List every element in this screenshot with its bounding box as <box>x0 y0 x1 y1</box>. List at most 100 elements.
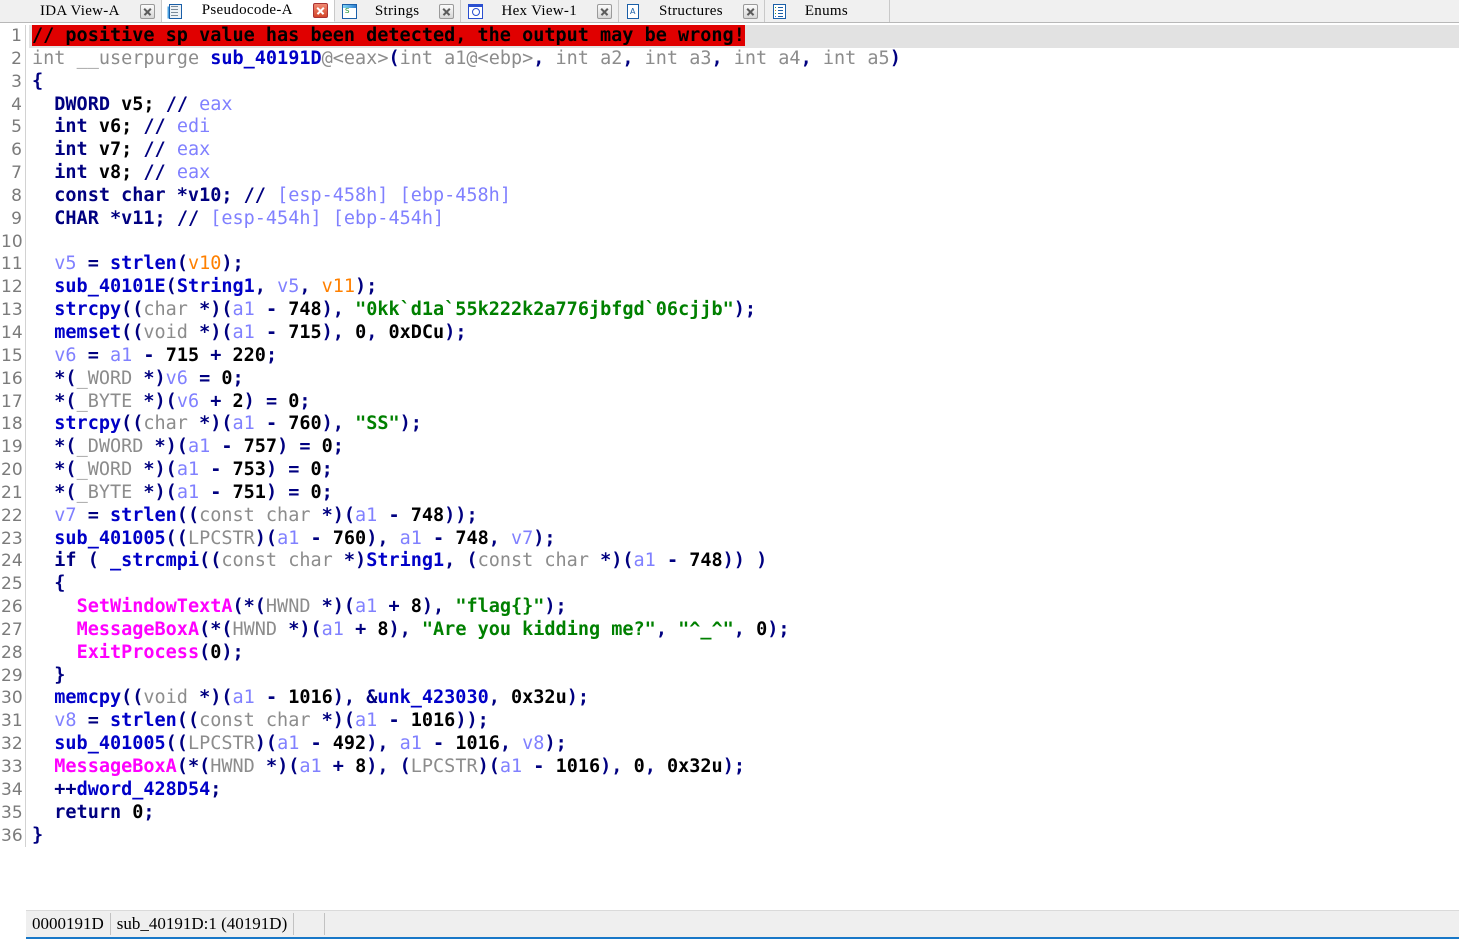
code-line[interactable]: 6 int v7; // eax <box>1 139 1459 163</box>
code-line-text: } <box>32 824 44 846</box>
code-line[interactable]: 7 int v8; // eax <box>1 162 1459 185</box>
code-line-text: if ( _strcmpi((const char *)String1, (co… <box>54 550 768 572</box>
line-number: 22 <box>1 504 25 528</box>
code-line[interactable]: 19 *(_DWORD *)(a1 - 757) = 0; <box>1 436 1459 460</box>
line-number: 13 <box>1 299 25 322</box>
close-icon[interactable] <box>742 3 758 19</box>
code-line[interactable]: 2 int __userpurge sub_40191D@<eax>(int a1… <box>1 47 1459 71</box>
line-number: 16 <box>1 367 25 391</box>
view-tab-bar: IDA View-A Pseudocode-A s Strings Hex View-1… <box>0 0 1459 23</box>
line-number: 10 <box>1 230 25 254</box>
code-line[interactable]: 33 MessageBoxA(*(HWND *)(a1 + 8), (LPCST… <box>1 756 1459 779</box>
code-line-text: CHAR *v11; // [esp-454h] [ebp-454h] <box>54 207 445 229</box>
code-line[interactable]: 27 MessageBoxA(*(HWND *)(a1 + 8), "Are y… <box>1 618 1459 642</box>
code-line-text: sub_40101E(String1, v5, v11); <box>54 276 378 298</box>
code-line[interactable]: 11 v5 = strlen(v10); <box>1 253 1459 277</box>
code-line-text: DWORD v5; // eax <box>54 93 233 115</box>
code-line-text: const char *v10; // [esp-458h] [ebp-458h… <box>54 184 511 206</box>
code-line-text: *(_WORD *)v6 = 0; <box>54 367 244 389</box>
enums-icon <box>771 3 787 19</box>
code-line[interactable]: 30 memcpy((void *)(a1 - 1016), &unk_4230… <box>1 687 1459 711</box>
tab-structures[interactable]: A Structures <box>619 0 765 22</box>
code-line[interactable]: 36} <box>1 824 1459 848</box>
close-icon[interactable] <box>312 3 328 18</box>
code-line[interactable]: 25 { <box>1 573 1459 597</box>
code-line[interactable]: 28 ExitProcess(0); <box>1 641 1459 665</box>
code-line-text: v6 = a1 - 715 + 220; <box>54 344 278 366</box>
line-number: 34 <box>1 778 25 802</box>
code-line[interactable]: 10 <box>1 230 1459 254</box>
line-number: 21 <box>1 481 25 505</box>
line-number: 8 <box>1 184 25 208</box>
code-line[interactable]: 20 *(_WORD *)(a1 - 753) = 0; <box>1 459 1459 482</box>
tab-pseudocode-a[interactable]: Pseudocode-A <box>161 0 335 22</box>
code-line-text: { <box>32 70 44 92</box>
line-number: 5 <box>1 116 25 140</box>
code-line-text: strcpy((char *)(a1 - 760), "SS"); <box>54 413 422 435</box>
code-line[interactable]: 23 sub_401005((LPCSTR)(a1 - 760), a1 - 7… <box>1 527 1459 551</box>
code-line[interactable]: 5 int v6; // edi <box>1 116 1459 140</box>
tab-label: Structures <box>659 2 723 19</box>
code-line-text: memcpy((void *)(a1 - 1016), &unk_423030,… <box>54 687 589 709</box>
code-line[interactable]: 22 v7 = strlen((const char *)(a1 - 748))… <box>1 504 1459 528</box>
code-line[interactable]: 35 return 0; <box>1 801 1459 825</box>
code-line[interactable]: 8 const char *v10; // [esp-458h] [ebp-45… <box>1 184 1459 208</box>
structures-icon: A <box>625 3 641 19</box>
code-line[interactable]: 24 if ( _strcmpi((const char *)String1, … <box>1 550 1459 574</box>
tab-label: Pseudocode-A <box>201 2 293 18</box>
line-number: 31 <box>1 710 25 734</box>
tab-ida-view-a[interactable]: IDA View-A <box>0 0 162 22</box>
code-line-text: memset((void *)(a1 - 715), 0, 0xDCu); <box>54 321 467 343</box>
code-line[interactable]: 34 ++dword_428D54; <box>1 778 1459 802</box>
code-line[interactable]: 18 strcpy((char *)(a1 - 760), "SS"); <box>1 413 1459 437</box>
code-line[interactable]: 26 SetWindowTextA(*(HWND *)(a1 + 8), "fl… <box>1 596 1459 619</box>
code-line-text: *(_BYTE *)(a1 - 751) = 0; <box>54 481 333 503</box>
line-number: 1 <box>1 25 25 48</box>
line-number: 4 <box>1 93 25 117</box>
code-line-text: *(_WORD *)(a1 - 753) = 0; <box>54 459 333 481</box>
tab-enums[interactable]: Enums <box>764 0 891 22</box>
code-line[interactable]: 21 *(_BYTE *)(a1 - 751) = 0; <box>1 481 1459 505</box>
line-number: 25 <box>1 573 25 597</box>
code-line-text: MessageBoxA(*(HWND *)(a1 + 8), (LPCSTR)(… <box>54 756 745 777</box>
line-number: 33 <box>1 756 25 779</box>
close-icon[interactable] <box>597 3 613 19</box>
code-line[interactable]: 32 sub_401005((LPCSTR)(a1 - 492), a1 - 1… <box>1 733 1459 756</box>
code-line[interactable]: 3{ <box>1 70 1459 94</box>
line-number: 9 <box>1 207 25 231</box>
code-line[interactable]: 14 memset((void *)(a1 - 715), 0, 0xDCu); <box>1 321 1459 345</box>
code-line[interactable]: 1// positive sp value has been detected,… <box>1 25 1459 48</box>
code-line[interactable]: 16 *(_WORD *)v6 = 0; <box>1 367 1459 391</box>
code-line-text: // positive sp value has been detected, … <box>29 25 1459 48</box>
line-number: 3 <box>1 70 25 94</box>
strings-icon: s <box>341 3 357 19</box>
tab-strings[interactable]: s Strings <box>334 0 462 22</box>
pseudocode-lines: 1// positive sp value has been detected,… <box>1 23 1459 848</box>
code-line-text: int v7; // eax <box>54 139 211 161</box>
code-line[interactable]: 29 } <box>1 664 1459 688</box>
code-line[interactable]: 12 sub_40101E(String1, v5, v11); <box>1 276 1459 300</box>
pseudocode-icon <box>168 3 184 19</box>
code-line[interactable]: 15 v6 = a1 - 715 + 220; <box>1 344 1459 368</box>
code-line[interactable]: 13 strcpy((char *)(a1 - 748), "0kk`d1a`5… <box>1 299 1459 322</box>
code-line-text: int v6; // edi <box>54 116 211 138</box>
code-line[interactable]: 17 *(_BYTE *)(v6 + 2) = 0; <box>1 390 1459 414</box>
status-location: sub_40191D:1 (40191D) <box>111 913 295 935</box>
code-line[interactable]: 31 v8 = strlen((const char *)(a1 - 1016)… <box>1 710 1459 734</box>
status-filler <box>325 913 1459 935</box>
pseudocode-view[interactable]: 1// positive sp value has been detected,… <box>0 23 1459 907</box>
code-line[interactable]: 4 DWORD v5; // eax <box>1 93 1459 117</box>
close-icon[interactable] <box>139 3 155 19</box>
tab-label: IDA View-A <box>40 2 120 19</box>
line-number: 14 <box>1 321 25 345</box>
close-icon[interactable] <box>439 3 455 19</box>
line-number: 7 <box>1 162 25 185</box>
code-line-text: { <box>54 573 66 595</box>
tab-hex-view-1[interactable]: Hex View-1 <box>461 0 620 22</box>
line-number: 36 <box>1 824 25 848</box>
status-extra <box>294 913 326 935</box>
code-line-text: v8 = strlen((const char *)(a1 - 1016)); <box>54 710 489 732</box>
code-line-text: SetWindowTextA(*(HWND *)(a1 + 8), "flag{… <box>76 596 567 618</box>
line-number: 26 <box>1 596 25 619</box>
code-line[interactable]: 9 CHAR *v11; // [esp-454h] [ebp-454h] <box>1 207 1459 231</box>
